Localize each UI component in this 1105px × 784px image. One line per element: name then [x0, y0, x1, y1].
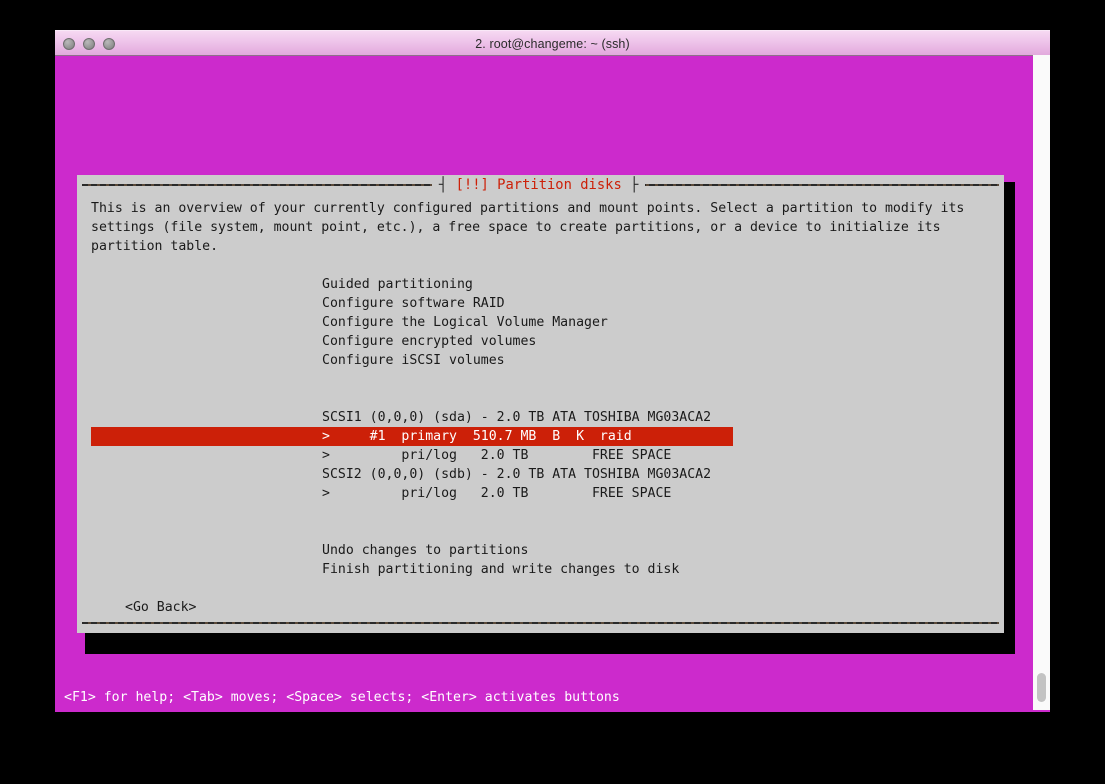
title-left-tick: ┤ [439, 177, 447, 193]
spacer [91, 370, 991, 389]
spacer [91, 522, 991, 541]
dialog-left-border: | | | | | | | | | | | | | | | | | | | | … [80, 183, 82, 624]
description-line-2: settings (file system, mount point, etc.… [91, 218, 991, 237]
partition-row-sdb-free-space[interactable]: > pri/log 2.0 TB FREE SPACE [91, 484, 991, 503]
dialog-title-bar: ┤ [!!] Partition disks ├ [432, 176, 645, 194]
vertical-scrollbar[interactable] [1033, 55, 1050, 710]
dialog-right-border: | | | | | | | | | | | | | | | | | | | | … [998, 183, 1000, 624]
help-bar: <F1> for help; <Tab> moves; <Space> sele… [64, 689, 620, 707]
title-right-tick: ├ [630, 177, 638, 193]
dialog-bottom-border [82, 622, 999, 624]
partition-disks-dialog: | | | | | | | | | | | | | | | | | | | | … [77, 175, 1004, 633]
partition-row-sda-1[interactable]: > #1 primary 510.7 MB B K raid [91, 427, 733, 446]
terminal-window: 2. root@changeme: ~ (ssh) | | | | | | | … [55, 30, 1050, 712]
terminal-canvas[interactable]: | | | | | | | | | | | | | | | | | | | | … [55, 56, 1050, 712]
window-title: 2. root@changeme: ~ (ssh) [55, 31, 1050, 57]
window-titlebar[interactable]: 2. root@changeme: ~ (ssh) [55, 30, 1050, 56]
partition-row-sda-free-space[interactable]: > pri/log 2.0 TB FREE SPACE [91, 446, 991, 465]
spacer [91, 389, 991, 408]
dialog-title-text: [!!] Partition disks [456, 177, 622, 193]
dialog-content: This is an overview of your currently co… [91, 199, 991, 619]
go-back-button[interactable]: <Go Back> [91, 598, 991, 617]
spacer [91, 256, 991, 275]
menu-item-configure-iscsi-volumes[interactable]: Configure iSCSI volumes [91, 351, 991, 370]
menu-item-configure-encrypted-volumes[interactable]: Configure encrypted volumes [91, 332, 991, 351]
scrollbar-thumb[interactable] [1037, 673, 1046, 702]
disk-header-sdb[interactable]: SCSI2 (0,0,0) (sdb) - 2.0 TB ATA TOSHIBA… [91, 465, 991, 484]
spacer [91, 503, 991, 522]
menu-item-guided-partitioning[interactable]: Guided partitioning [91, 275, 991, 294]
menu-item-configure-software-raid[interactable]: Configure software RAID [91, 294, 991, 313]
menu-item-undo-changes[interactable]: Undo changes to partitions [91, 541, 991, 560]
disk-header-sda[interactable]: SCSI1 (0,0,0) (sda) - 2.0 TB ATA TOSHIBA… [91, 408, 991, 427]
description-line-1: This is an overview of your currently co… [91, 199, 991, 218]
description-line-3: partition table. [91, 237, 991, 256]
menu-item-finish-partitioning[interactable]: Finish partitioning and write changes to… [91, 560, 991, 579]
menu-item-configure-lvm[interactable]: Configure the Logical Volume Manager [91, 313, 991, 332]
